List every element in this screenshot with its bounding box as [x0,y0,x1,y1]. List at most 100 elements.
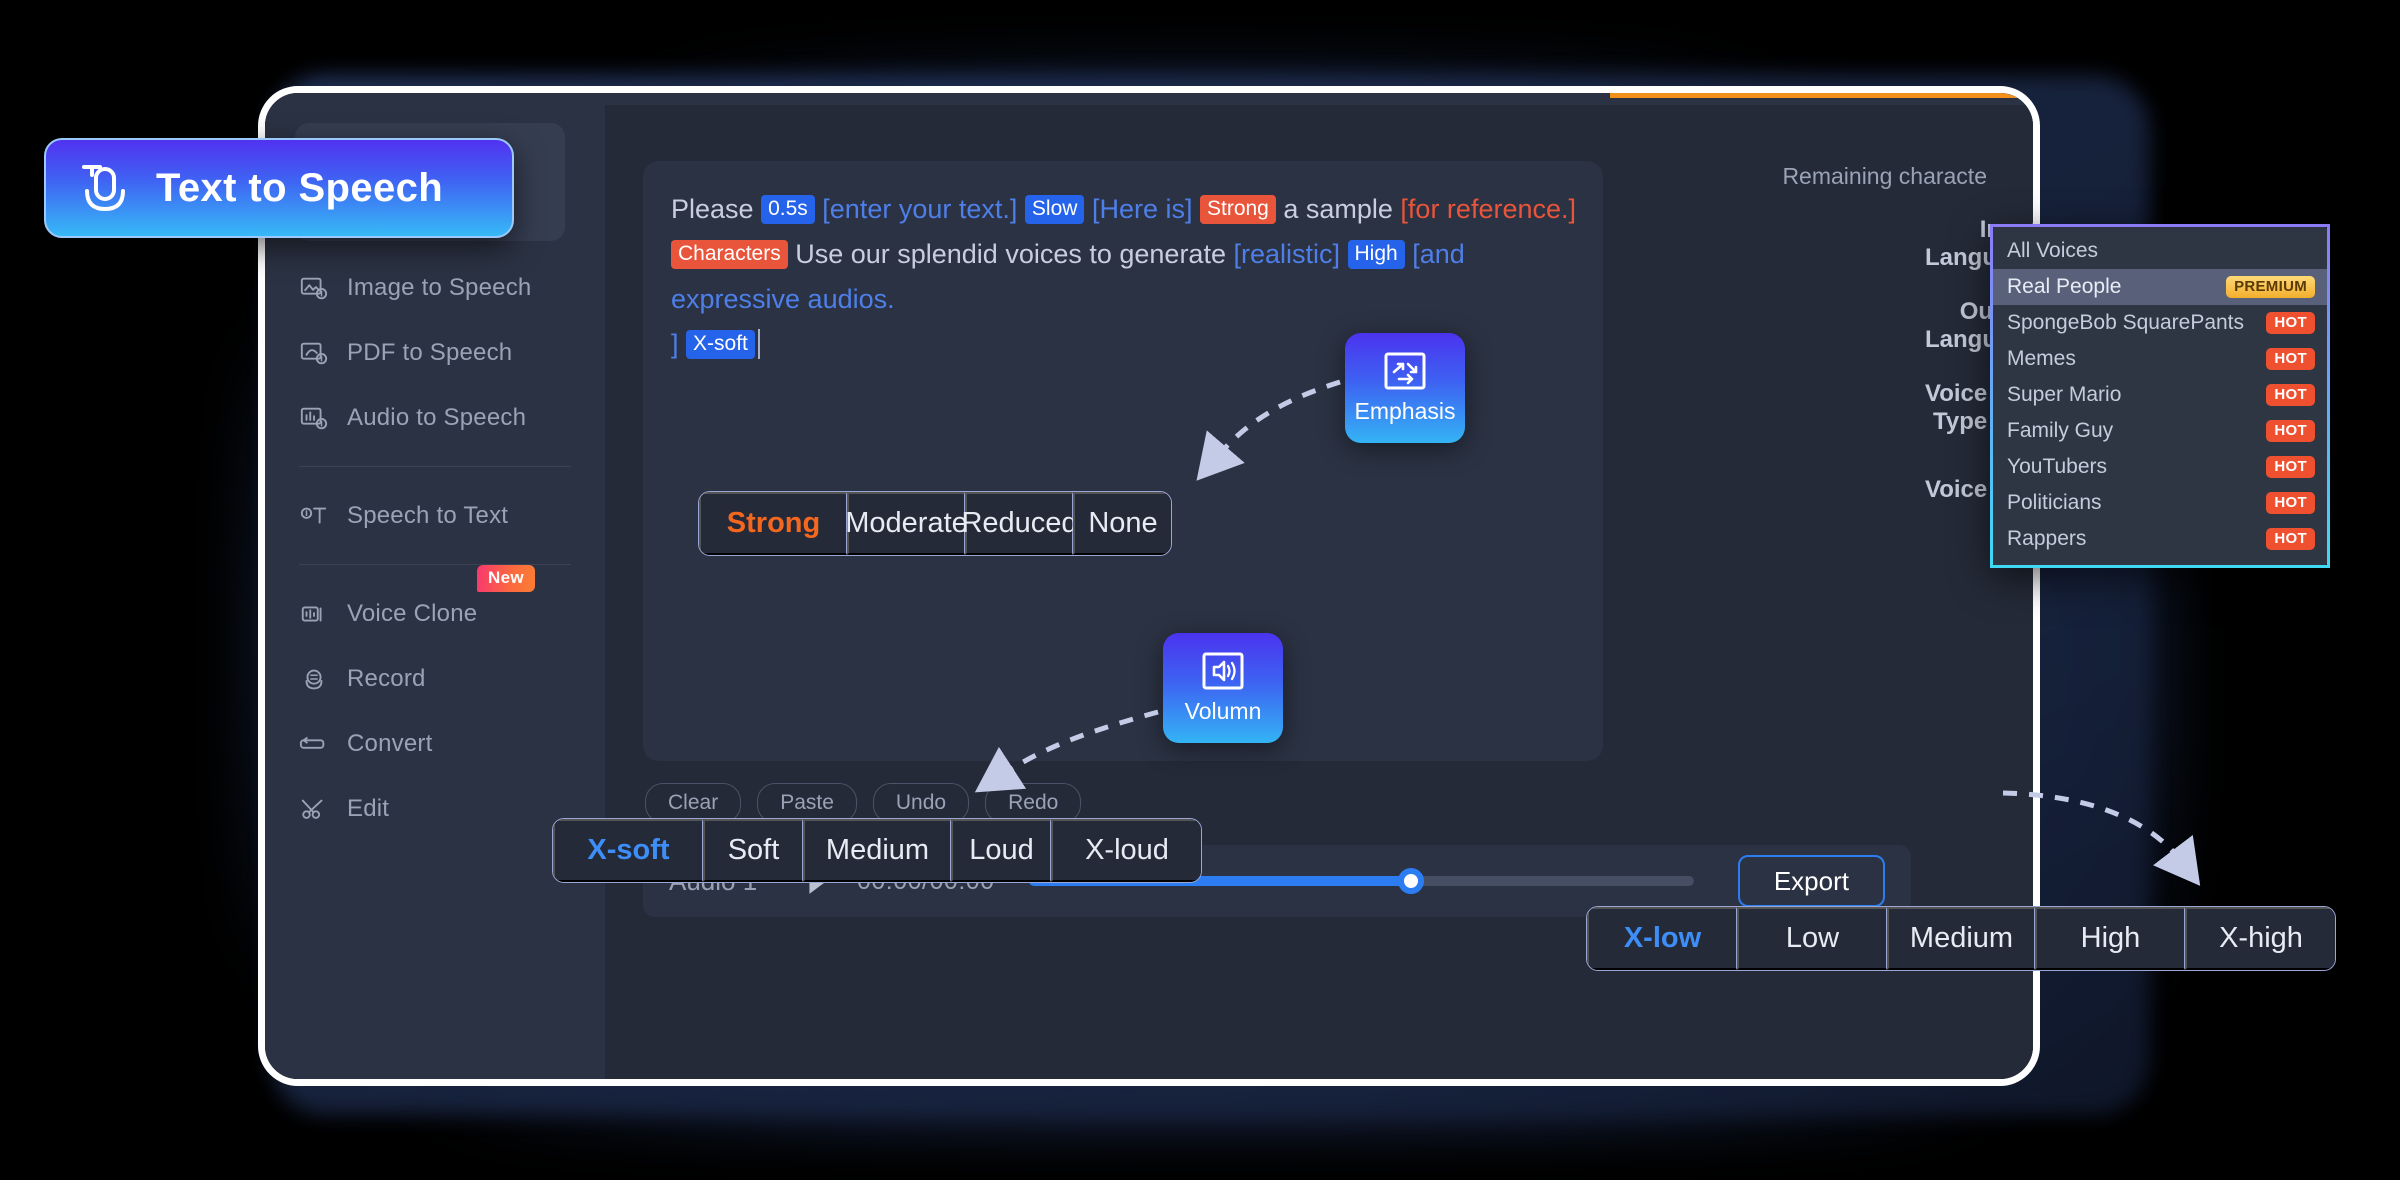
voice-option-label: Real People [2007,275,2122,298]
voice-option-label: Memes [2007,347,2076,370]
option-loud[interactable]: Loud [951,819,1051,882]
sidebar-item-record[interactable]: Record [265,646,605,711]
sidebar-item-label: Audio to Speech [347,403,527,431]
option-reduced[interactable]: Reduced [961,492,1078,555]
hot-badge: HOT [2266,528,2315,550]
voice-option-spongebob-squarepants[interactable]: SpongeBob SquarePants HOT [1993,305,2327,341]
editor-plain-text: Use our splendid voices to generate [787,239,1234,269]
voice-option-label: All Voices [2007,239,2099,262]
voice-option-all-voices[interactable]: All Voices [1993,233,2327,269]
ssml-bracket: [enter your text.] [822,194,1018,224]
convert-icon [299,729,329,759]
ssml-tag: Strong [1199,195,1276,224]
option-medium[interactable]: Medium [803,819,951,882]
option-low[interactable]: Low [1737,907,1887,970]
voice-option-youtubers[interactable]: YouTubers HOT [1993,449,2327,485]
sidebar-item-label: Record [347,664,426,692]
voice-option-super-mario[interactable]: Super Mario HOT [1993,377,2327,413]
sidebar-item-voice-clone[interactable]: Voice Clone New [265,565,605,646]
mic-text-icon [82,165,125,212]
emphasis-option-row: Strong Moderate Reduced None [698,491,1172,556]
option-high[interactable]: High [2035,907,2185,970]
voice-option-label: Super Mario [2007,383,2122,406]
editor-plain-text [1192,194,1200,224]
editor-plain-text [679,329,687,359]
option-none[interactable]: None [1073,492,1171,555]
hot-badge: HOT [2266,420,2315,442]
option-soft[interactable]: Soft [703,819,803,882]
ssml-bracket: [realistic] [1233,239,1340,269]
sidebar-new-badge: New [477,565,535,592]
ssml-tag: Slow [1024,195,1085,224]
text-editor-card[interactable]: Please 0.5s [enter your text.] Slow [Her… [643,161,1603,761]
export-button[interactable]: Export [1737,855,1885,907]
hot-badge: HOT [2266,384,2315,406]
callout-volume[interactable]: Volumn [1163,633,1283,743]
speaker-icon [1202,652,1244,689]
sidebar-item-label: Image to Speech [347,273,532,301]
hot-badge: HOT [2266,492,2315,514]
ssml-bracket: [Here is] [1091,194,1193,224]
editor-plain-text: a sample [1275,194,1401,224]
option-medium[interactable]: Medium [1887,907,2035,970]
editor-plain-text [1017,194,1025,224]
premium-badge: PREMIUM [2226,276,2315,298]
hot-badge: HOT [2266,456,2315,478]
topbar-accent-line [1610,93,2033,98]
audio-progress-knob[interactable] [1398,868,1425,894]
hot-badge: HOT [2266,348,2315,370]
editor-toolbar: Clear Paste Undo Redo [645,783,1082,823]
voice-option-memes[interactable]: Memes HOT [1993,341,2327,377]
text-caret [757,329,760,359]
voice-option-label: Rappers [2007,527,2087,550]
hot-badge: HOT [2266,312,2315,334]
sidebar-item-convert[interactable]: Convert [265,711,605,776]
editor-plain-text [1340,239,1348,269]
voice-option-rappers[interactable]: Rappers HOT [1993,521,2327,557]
remaining-characters-label: Remaining characte [1782,163,1987,189]
pdf-speech-icon [299,338,329,368]
sidebar-item-image-to-speech[interactable]: Image to Speech [265,255,605,320]
voice-option-label: SpongeBob SquarePants [2007,311,2245,334]
image-speech-icon [299,273,329,303]
clear-button[interactable]: Clear [645,783,742,823]
option-moderate[interactable]: Moderate [845,492,968,555]
scissors-icon [299,794,329,824]
voice-option-family-guy[interactable]: Family Guy HOT [1993,413,2327,449]
option-x-soft[interactable]: X-soft [553,819,703,882]
ssml-bracket: [for reference.] [1400,194,1577,224]
callout-volume-label: Volumn [1184,697,1262,724]
undo-button[interactable]: Undo [872,783,970,823]
voice-option-label: Politicians [2007,491,2102,514]
editor-plain-text [1084,194,1092,224]
option-x-low[interactable]: X-low [1587,907,1737,970]
editor-line-1: Please 0.5s [enter your text.] Slow [Her… [671,187,1583,232]
voice-option-politicians[interactable]: Politicians HOT [1993,485,2327,521]
sidebar-item-speech-to-text[interactable]: Speech to Text [265,483,605,548]
voice-option-label: YouTubers [2007,455,2108,478]
option-strong[interactable]: Strong [699,492,847,555]
speech-text-icon [299,501,329,531]
voice-option-label: Family Guy [2007,419,2114,442]
ssml-tag: Characters [671,240,788,269]
record-icon [299,664,329,694]
pitch-option-row: X-low Low Medium High X-high [1586,906,2336,971]
option-x-loud[interactable]: X-loud [1051,819,1201,882]
audio-speech-icon [299,403,329,433]
window-topbar [265,93,2033,105]
callout-emphasis-label: Emphasis [1354,397,1456,424]
ssml-tag: 0.5s [761,195,815,224]
text-to-speech-badge[interactable]: Text to Speech [44,138,514,238]
ssml-tag: X-soft [686,330,755,359]
sidebar-item-label: Convert [347,729,433,757]
option-x-high[interactable]: X-high [2185,907,2335,970]
editor-plain-text: Please [671,194,762,224]
sidebar-divider [299,466,571,467]
sidebar-item-pdf-to-speech[interactable]: PDF to Speech [265,320,605,385]
voice-option-real-people[interactable]: Real People PREMIUM [1993,269,2327,305]
callout-emphasis[interactable]: Emphasis [1345,333,1465,443]
voice-clone-icon [299,599,329,629]
paste-button[interactable]: Paste [757,783,857,823]
sidebar-item-audio-to-speech[interactable]: Audio to Speech [265,385,605,450]
redo-button[interactable]: Redo [985,783,1082,823]
